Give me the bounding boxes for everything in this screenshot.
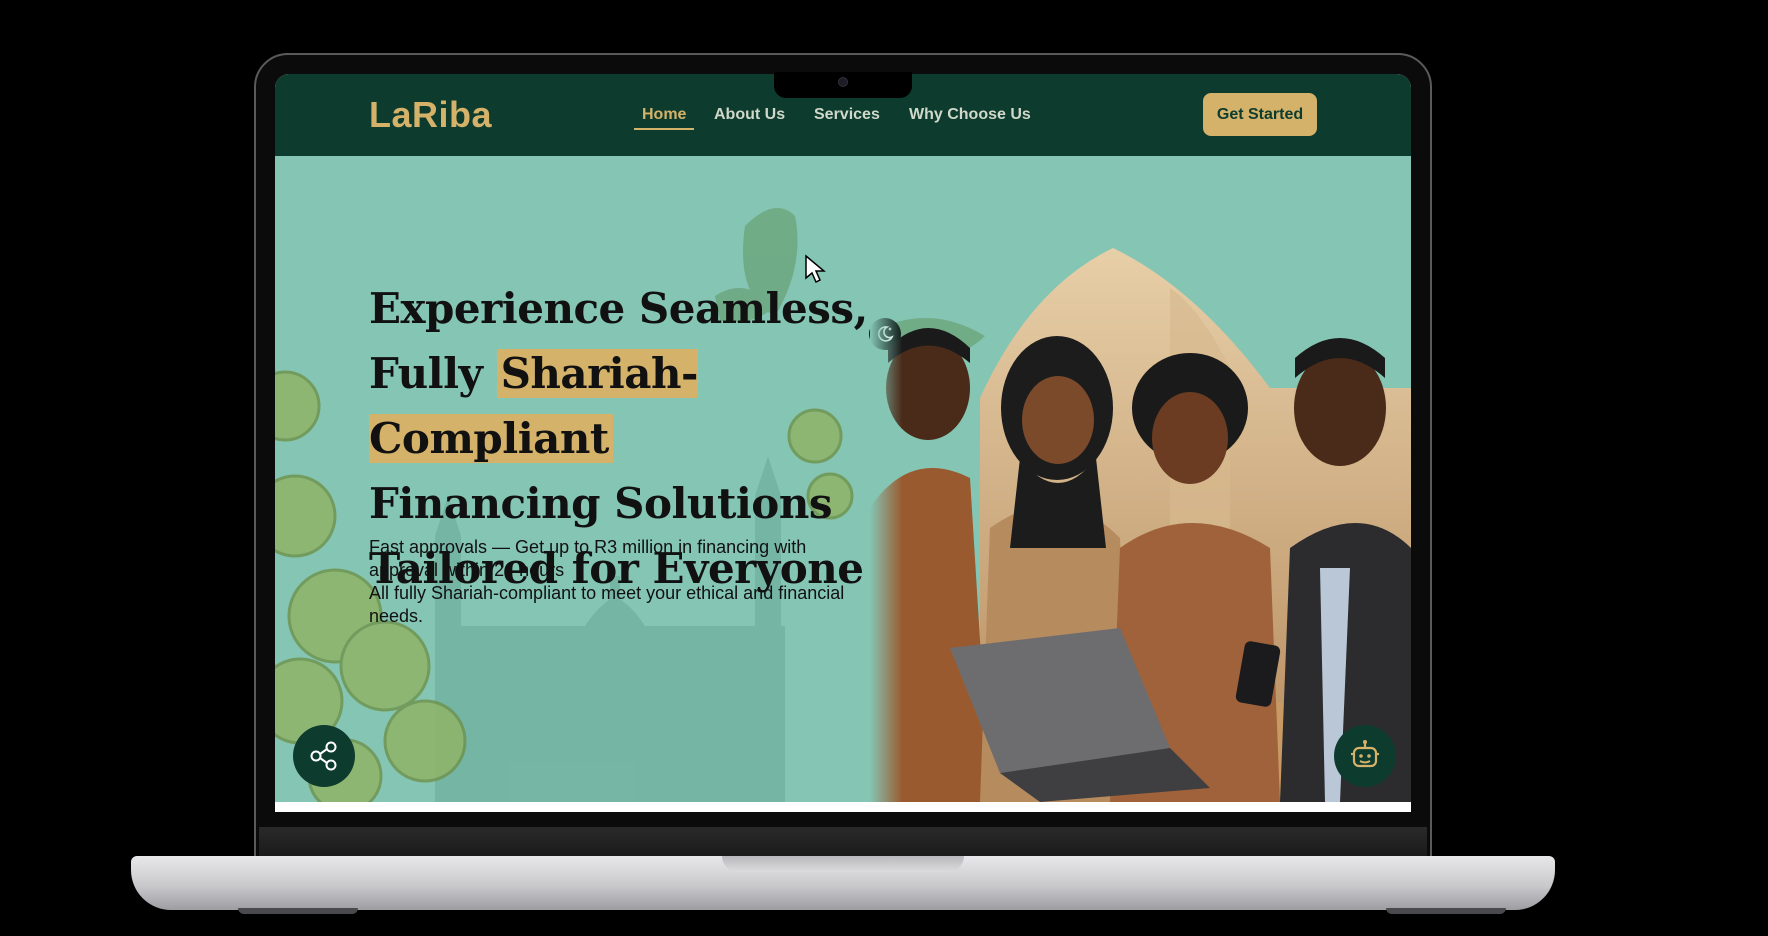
laptop-base [131, 856, 1555, 910]
camera-icon [838, 77, 848, 87]
chatbot-button[interactable] [1334, 725, 1396, 787]
hero-subtext: Fast approvals — Get up to R3 million in… [369, 536, 849, 628]
nav-link-about-us[interactable]: About Us [714, 106, 785, 124]
chatbot-icon [1351, 740, 1379, 768]
camera-notch [774, 72, 912, 98]
hero-section: Experience Seamless, Fully Shariah-Compl… [275, 156, 1411, 802]
headline-line-1: Experience Seamless, [369, 284, 868, 333]
laptop-screen: LaRiba Home About Us Services Why Choose… [275, 74, 1411, 812]
share-button[interactable] [293, 725, 355, 787]
nav-link-services[interactable]: Services [814, 106, 880, 124]
get-started-button[interactable]: Get Started [1203, 93, 1317, 136]
hero-subtext-approvals: Fast approvals — Get up to R3 million in… [369, 537, 807, 580]
headline-line-2-prefix: Fully [369, 349, 497, 398]
active-nav-underline [634, 128, 694, 130]
hero-subtext-compliance: All fully Shariah-compliant to meet your… [369, 583, 845, 626]
share-icon [310, 741, 337, 771]
brand-logo[interactable]: LaRiba [369, 94, 492, 136]
page-bottom-strip [275, 802, 1411, 812]
laptop-groove [722, 856, 964, 872]
headline-line-3: Financing Solutions [369, 479, 833, 528]
nav-link-home[interactable]: Home [642, 106, 686, 124]
laptop-hinge [259, 827, 1427, 857]
laptop-foot-right [1386, 908, 1506, 914]
mouse-cursor-icon [804, 254, 827, 289]
hero-people-image [870, 248, 1411, 802]
laptop-foot-left [238, 908, 358, 914]
nav-link-why-choose-us[interactable]: Why Choose Us [909, 106, 1031, 124]
